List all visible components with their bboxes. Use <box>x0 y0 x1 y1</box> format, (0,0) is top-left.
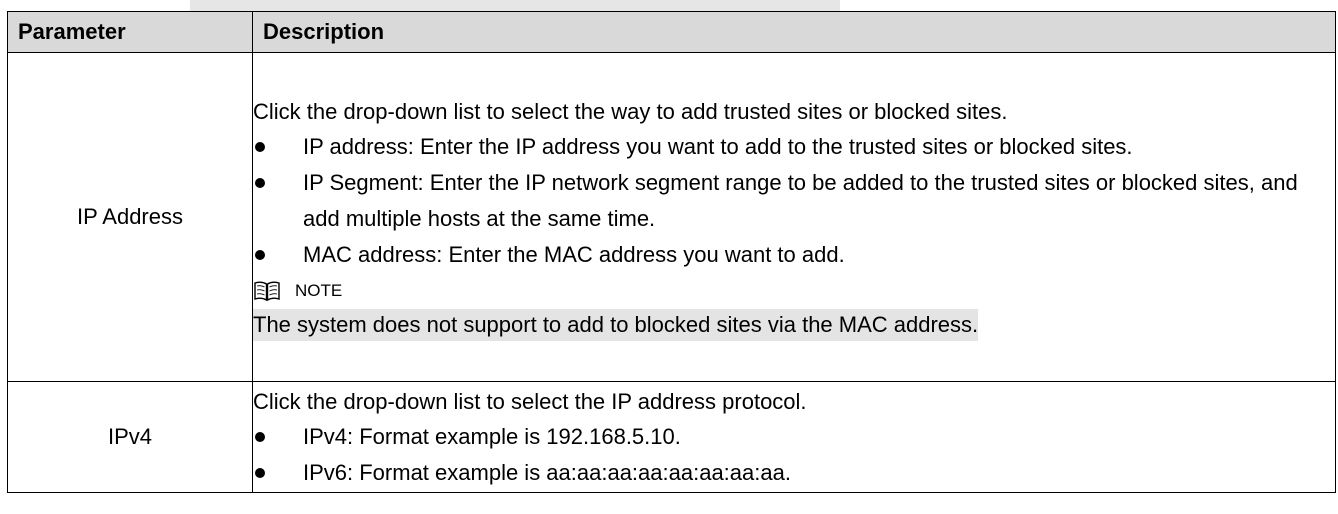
bullet-item: IPv4: Format example is 192.168.5.10. <box>253 419 1329 455</box>
note-header: NOTE <box>253 273 1335 309</box>
bullet-item: MAC address: Enter the MAC address you w… <box>253 237 1329 273</box>
bullet-text: IP Segment: Enter the IP network segment… <box>303 169 1298 231</box>
bullet-item: IPv6: Format example is aa:aa:aa:aa:aa:a… <box>253 455 1329 491</box>
table-header-row: Parameter Description <box>7 11 1336 53</box>
bullet-icon <box>255 177 265 188</box>
note-label: NOTE <box>295 280 343 300</box>
book-icon <box>253 280 281 302</box>
bullet-text: MAC address: Enter the MAC address you w… <box>303 241 845 267</box>
param-name-ip-address: IP Address <box>7 52 253 382</box>
bullet-icon <box>255 249 265 260</box>
param-name-ipv4: IPv4 <box>7 381 253 493</box>
header-description: Description <box>252 11 1336 53</box>
bullet-text: IPv4: Format example is 192.168.5.10. <box>303 423 681 449</box>
parameter-table: Parameter Description IP Address Click t… <box>7 11 1336 493</box>
description-intro: Click the drop-down list to select the I… <box>253 388 807 414</box>
bullet-item: IP address: Enter the IP address you wan… <box>253 129 1329 165</box>
description-ipv4: Click the drop-down list to select the I… <box>252 381 1336 493</box>
bullet-text: IP address: Enter the IP address you wan… <box>303 133 1133 159</box>
description-intro: Click the drop-down list to select the w… <box>253 98 1008 124</box>
bullet-icon <box>255 467 265 478</box>
header-parameter: Parameter <box>7 11 253 53</box>
bullet-icon <box>255 141 265 152</box>
description-ip-address: Click the drop-down list to select the w… <box>252 52 1336 382</box>
bullet-item: IP Segment: Enter the IP network segment… <box>253 165 1329 237</box>
note-body: The system does not support to add to bl… <box>253 308 1335 341</box>
table-row: IP Address Click the drop-down list to s… <box>7 52 1336 382</box>
bullet-text: IPv6: Format example is aa:aa:aa:aa:aa:a… <box>303 459 791 485</box>
table-row: IPv4 Click the drop-down list to select … <box>7 381 1336 493</box>
note-text: The system does not support to add to bl… <box>253 308 979 341</box>
bullet-icon <box>255 431 265 442</box>
